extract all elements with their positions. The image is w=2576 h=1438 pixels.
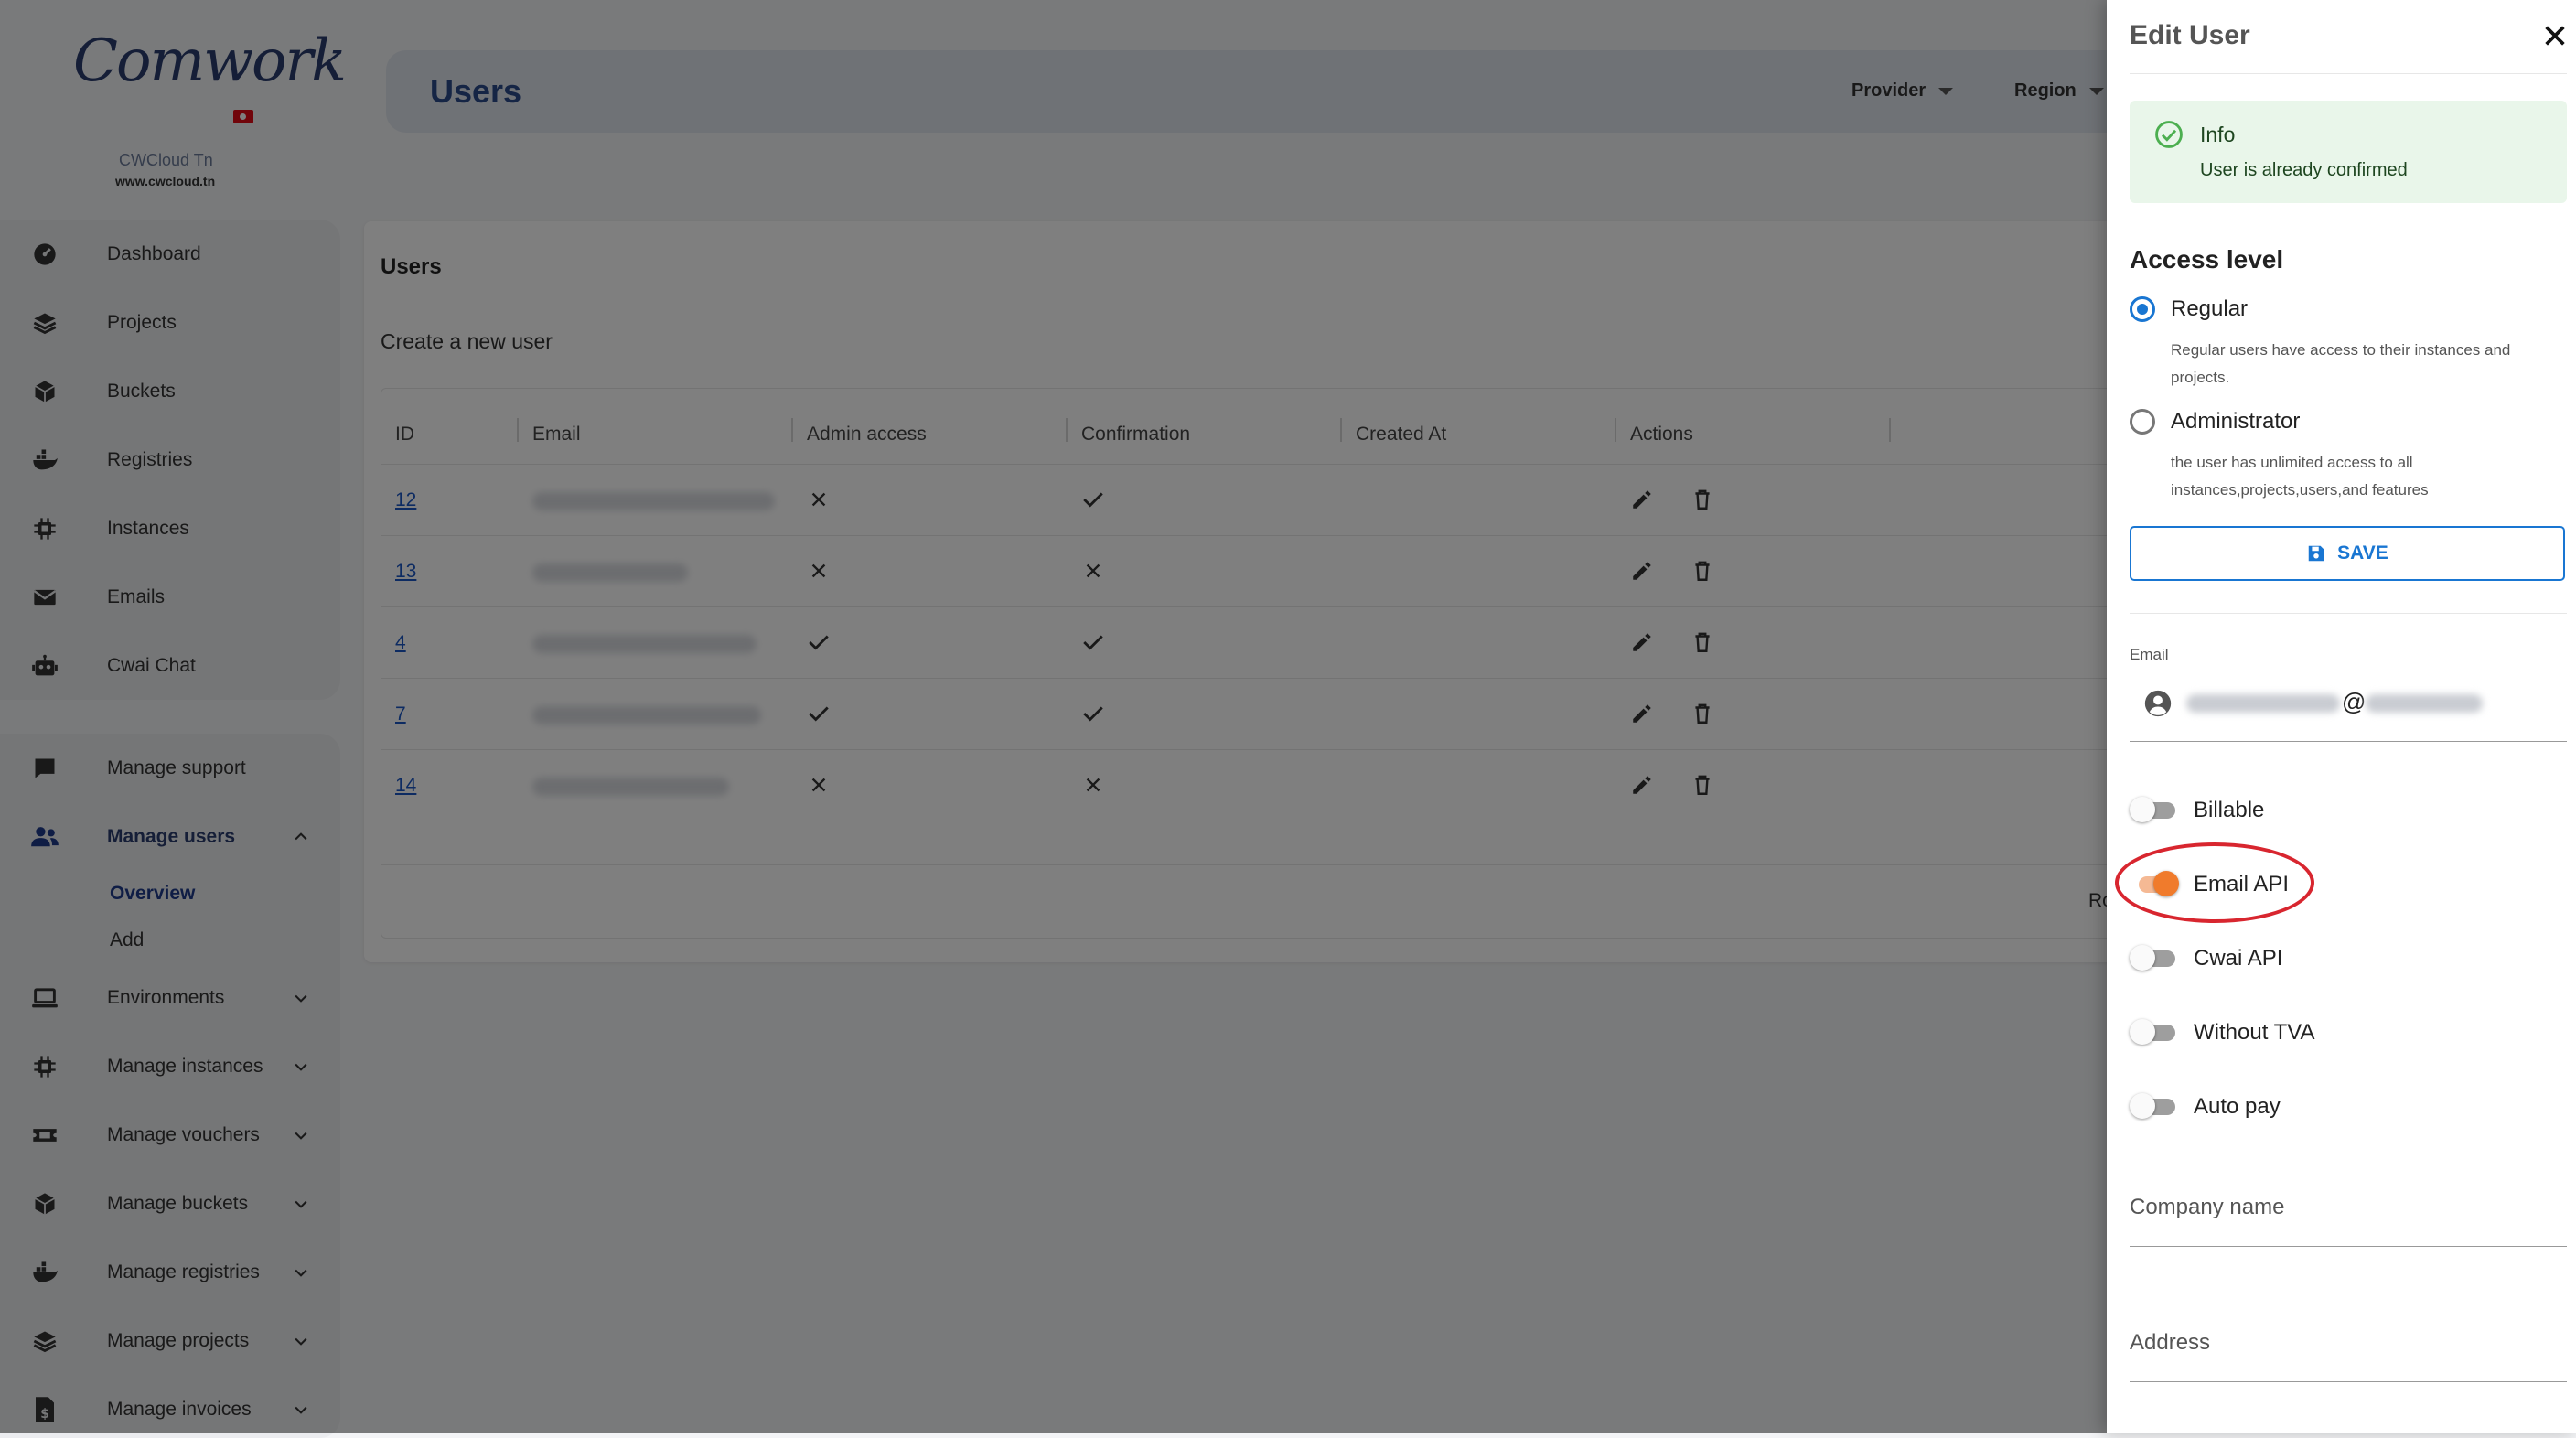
billable-label: Billable <box>2194 798 2265 822</box>
radio-label: Regular <box>2171 296 2249 321</box>
email-blurred <box>2366 694 2483 713</box>
account-circle-icon <box>2144 690 2172 717</box>
email-at-sign: @ <box>2342 688 2367 715</box>
company-name-input[interactable]: Company name <box>2130 1182 2567 1247</box>
save-label: SAVE <box>2337 542 2388 563</box>
alert-title: Info <box>2200 123 2236 146</box>
divider <box>2130 613 2567 614</box>
cwai-api-switch[interactable] <box>2130 941 2183 974</box>
switch-thumb <box>2130 797 2155 822</box>
auto-pay-switch[interactable] <box>2130 1089 2183 1122</box>
cwai-api-label: Cwai API <box>2194 946 2283 971</box>
radio-label: Administrator <box>2171 409 2301 434</box>
company-name-label: Company name <box>2130 1195 2285 1219</box>
annotation-highlight-ring <box>2115 842 2314 923</box>
auto-pay-label: Auto pay <box>2194 1094 2281 1119</box>
radio-description: Regular users have access to their insta… <box>2171 341 2511 386</box>
save-button[interactable]: SAVE <box>2130 526 2565 581</box>
email-field-label: Email <box>2130 646 2169 663</box>
close-icon <box>2545 26 2565 46</box>
divider <box>2130 73 2567 74</box>
radio-button[interactable] <box>2130 296 2155 322</box>
access-level-title: Access level <box>2130 245 2284 274</box>
alert-message: User is already confirmed <box>2200 160 2408 180</box>
billable-switch[interactable] <box>2130 793 2183 826</box>
close-button[interactable] <box>2539 20 2571 51</box>
email-blurred <box>2186 694 2340 713</box>
floppy-icon <box>2308 545 2324 562</box>
edit-user-drawer: Edit User Info User is already confirmed… <box>2107 0 2576 1433</box>
switch-thumb <box>2130 1093 2155 1119</box>
email-field[interactable]: @ <box>2130 679 2567 742</box>
info-alert: Info User is already confirmed <box>2130 101 2567 203</box>
radio-button[interactable] <box>2130 409 2155 435</box>
switch-thumb <box>2130 945 2155 971</box>
address-input[interactable]: Address <box>2130 1317 2567 1382</box>
address-label: Address <box>2130 1330 2211 1355</box>
radio-description: the user has unlimited access to all ins… <box>2171 454 2429 499</box>
drawer-title: Edit User <box>2130 20 2250 50</box>
switch-thumb <box>2130 1019 2155 1045</box>
check-circle-icon <box>2155 121 2183 148</box>
without-tva-label: Without TVA <box>2194 1020 2315 1045</box>
without-tva-switch[interactable] <box>2130 1015 2183 1048</box>
app-root: Comwork CWCloud Tn www.cwcloud.tn Dashbo… <box>0 0 2576 1438</box>
